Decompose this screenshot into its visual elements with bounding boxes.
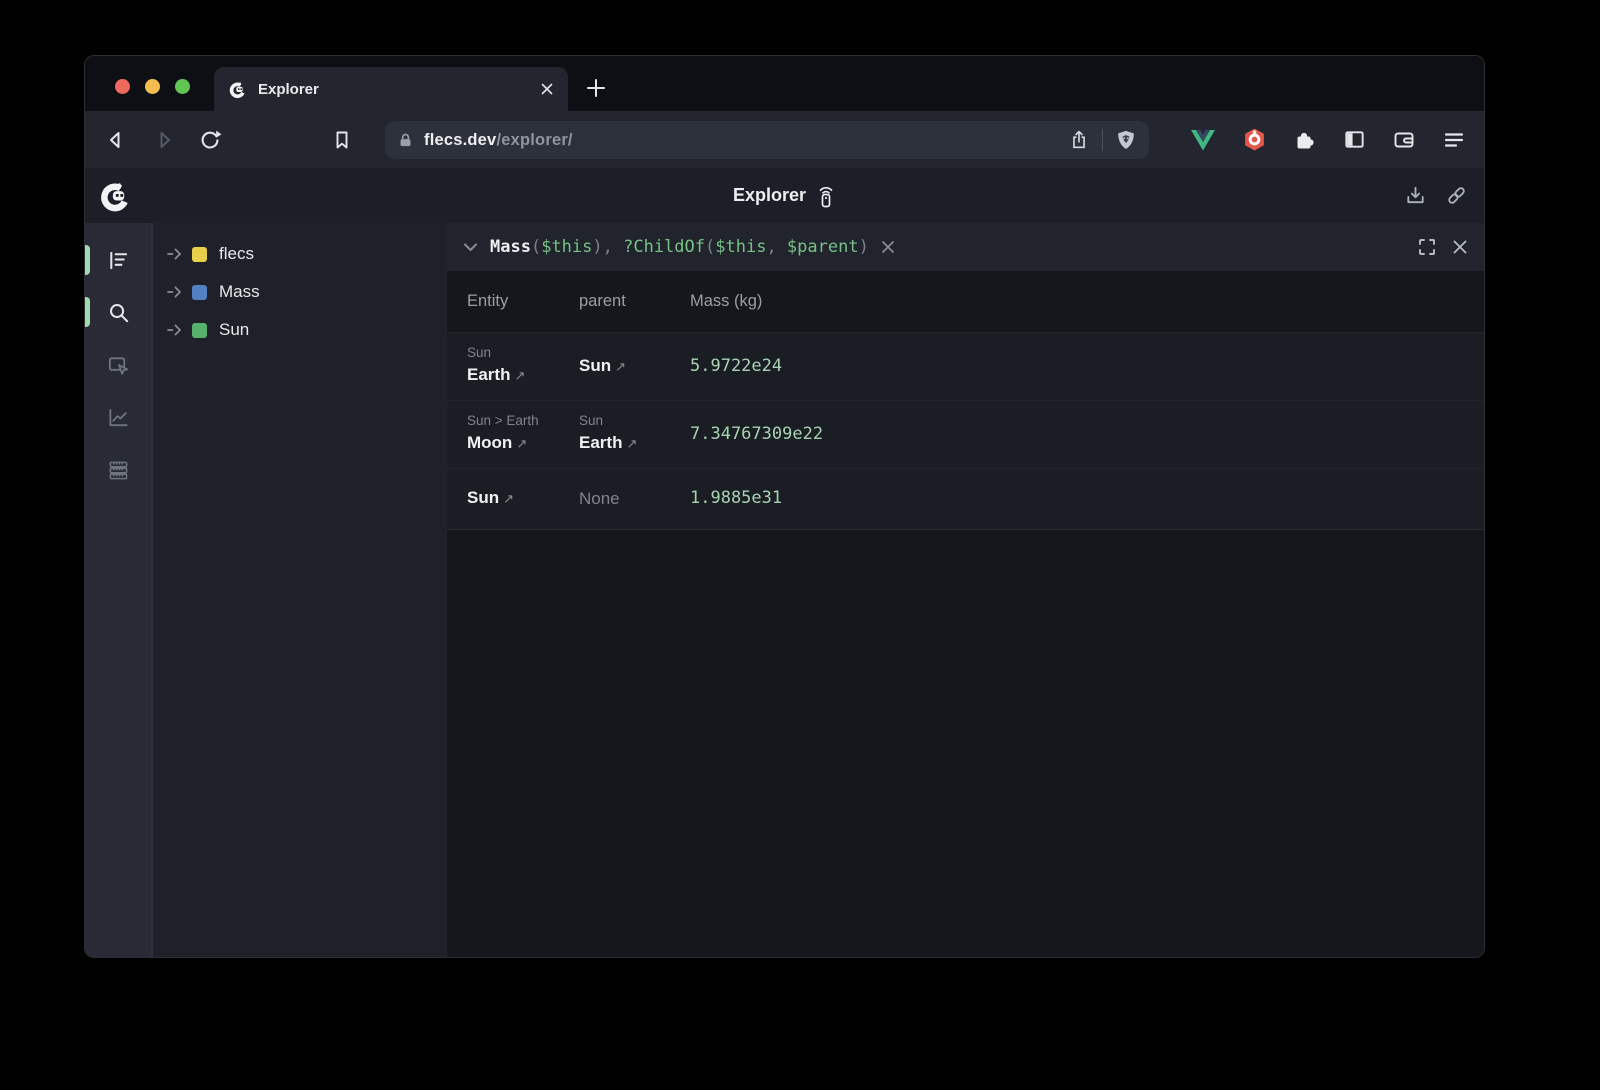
query-expression[interactable]: Mass($this), ?ChildOf($this, $parent) — [490, 237, 869, 257]
external-link-icon: ↗ — [615, 359, 626, 374]
brave-shield-icon[interactable] — [1115, 129, 1137, 151]
tab-bar: Explorer — [85, 56, 1484, 111]
urlbar-divider — [1102, 129, 1103, 151]
memory-icon[interactable] — [107, 459, 130, 482]
entity-color-swatch — [192, 323, 207, 338]
mass-value: 7.34767309e22 — [690, 424, 823, 444]
parent-path: Sun — [579, 411, 690, 430]
query-panel-active-indicator — [85, 297, 90, 327]
tree-panel-active-indicator — [85, 245, 90, 275]
vue-devtools-extension-icon[interactable] — [1190, 128, 1216, 152]
minimize-window-button[interactable] — [145, 79, 160, 94]
tree-item-flecs[interactable]: flecs — [153, 235, 446, 273]
close-panel-icon[interactable] — [1452, 239, 1468, 255]
extensions-puzzle-icon[interactable] — [1293, 128, 1317, 152]
browser-tab[interactable]: Explorer — [214, 67, 568, 111]
query-header: Mass($this), ?ChildOf($this, $parent) — [447, 223, 1484, 271]
entity-color-swatch — [192, 285, 207, 300]
expand-arrow-icon[interactable] — [167, 286, 183, 298]
column-header-mass[interactable]: Mass (kg) — [690, 292, 1484, 311]
app-header: Explorer — [85, 168, 1484, 223]
forward-button[interactable] — [152, 128, 176, 152]
lock-icon — [397, 132, 414, 149]
external-link-icon: ↗ — [503, 491, 514, 506]
share-link-icon[interactable] — [1445, 184, 1468, 207]
parent-none-value: None — [579, 486, 690, 511]
entity-link[interactable]: Sun↗ — [467, 485, 579, 511]
mass-value: 1.9885e31 — [690, 488, 782, 508]
entity-link[interactable]: Moon↗ — [467, 430, 579, 456]
content-area: flecs Mass Sun — [85, 223, 1484, 958]
clear-query-icon[interactable] — [881, 240, 895, 254]
tree-item-label: flecs — [219, 244, 254, 264]
back-button[interactable] — [104, 128, 128, 152]
url-path: /explorer/ — [496, 131, 572, 149]
download-icon[interactable] — [1404, 184, 1427, 207]
table-header: Entity parent Mass (kg) — [447, 271, 1484, 333]
table-row: Sun > Earth Moon↗ Sun Earth↗ 7.34767309e… — [447, 400, 1484, 468]
parent-link[interactable]: Sun↗ — [579, 353, 690, 379]
mass-value: 5.9722e24 — [690, 356, 782, 376]
bookmark-icon[interactable] — [330, 128, 354, 152]
browser-menu-icon[interactable] — [1442, 128, 1466, 152]
browser-window: Explorer — [84, 55, 1485, 958]
url-domain: flecs.dev — [424, 131, 496, 149]
icon-sidebar — [85, 223, 151, 958]
column-header-entity[interactable]: Entity — [447, 292, 579, 311]
zoom-window-button[interactable] — [175, 79, 190, 94]
query-panel: Mass($this), ?ChildOf($this, $parent) — [446, 223, 1484, 958]
hexagon-extension-icon[interactable] — [1242, 127, 1267, 152]
parent-link[interactable]: Earth↗ — [579, 430, 690, 456]
search-icon[interactable] — [107, 301, 130, 324]
close-window-button[interactable] — [115, 79, 130, 94]
new-tab-button[interactable] — [585, 77, 607, 99]
url-text: flecs.dev/explorer/ — [424, 131, 573, 150]
expand-arrow-icon[interactable] — [167, 248, 183, 260]
favicon-flecs-icon — [228, 80, 247, 99]
column-header-parent[interactable]: parent — [579, 292, 690, 311]
table-body: Sun Earth↗ Sun↗ 5.9722e24 Sun > Earth Mo… — [447, 333, 1484, 530]
remote-connection-icon[interactable] — [816, 184, 836, 208]
entity-link[interactable]: Earth↗ — [467, 362, 579, 388]
inspector-icon[interactable] — [107, 354, 130, 377]
tree-item-label: Mass — [219, 282, 260, 302]
table-row: Sun Earth↗ Sun↗ 5.9722e24 — [447, 333, 1484, 400]
external-link-icon: ↗ — [516, 436, 527, 451]
tree-item-sun[interactable]: Sun — [153, 311, 446, 349]
external-link-icon: ↗ — [626, 436, 637, 451]
table-row: Sun↗ None 1.9885e31 — [447, 468, 1484, 529]
navigation-toolbar: flecs.dev/explorer/ — [85, 111, 1484, 168]
external-link-icon: ↗ — [514, 368, 525, 383]
entity-tree-panel: flecs Mass Sun — [151, 223, 446, 958]
tab-close-icon[interactable] — [540, 82, 554, 96]
sidebar-toggle-icon[interactable] — [1343, 128, 1366, 151]
reload-button[interactable] — [198, 128, 222, 152]
share-icon[interactable] — [1068, 129, 1090, 151]
stats-chart-icon[interactable] — [107, 406, 130, 429]
entity-color-swatch — [192, 247, 207, 262]
tree-item-mass[interactable]: Mass — [153, 273, 446, 311]
chevron-down-icon[interactable] — [463, 242, 478, 252]
entity-path: Sun — [467, 343, 579, 362]
url-bar[interactable]: flecs.dev/explorer/ — [385, 121, 1149, 159]
page-title: Explorer — [733, 185, 806, 206]
entity-path: Sun > Earth — [467, 411, 579, 430]
tab-title: Explorer — [258, 81, 529, 98]
fullscreen-icon[interactable] — [1418, 238, 1436, 256]
expand-arrow-icon[interactable] — [167, 324, 183, 336]
tree-view-icon[interactable] — [107, 249, 130, 272]
wallet-icon[interactable] — [1392, 128, 1416, 152]
tree-item-label: Sun — [219, 320, 249, 340]
